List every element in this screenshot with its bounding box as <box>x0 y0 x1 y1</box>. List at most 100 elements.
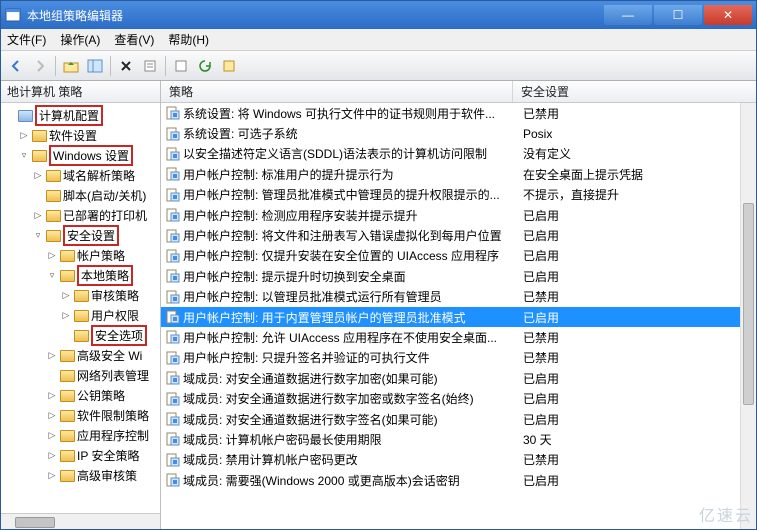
back-button[interactable] <box>7 57 25 75</box>
policy-row[interactable]: 用户帐户控制: 用于内置管理员帐户的管理员批准模式已启用 <box>161 307 756 327</box>
policy-row[interactable]: 用户帐户控制: 只提升签名并验证的可执行文件已禁用 <box>161 348 756 368</box>
column-setting[interactable]: 安全设置 <box>513 81 756 102</box>
tree-item[interactable]: ▷IP 安全策略 <box>1 445 160 465</box>
list-header: 策略 安全设置 <box>161 81 756 103</box>
tree-item[interactable]: ▷应用程序控制 <box>1 425 160 445</box>
delete-icon[interactable] <box>117 57 135 75</box>
folder-icon <box>31 148 47 162</box>
tree-item[interactable]: ▷ 高级安全 Wi <box>1 345 160 365</box>
tree-item-label: 安全设置 <box>63 225 119 246</box>
folder-icon <box>59 448 75 462</box>
policy-row[interactable]: 用户帐户控制: 标准用户的提升提示行为在安全桌面上提示凭据 <box>161 164 756 184</box>
tree-item-label: 计算机配置 <box>35 105 103 126</box>
tree-item[interactable]: ▿ 安全设置 <box>1 225 160 245</box>
maximize-button[interactable]: ☐ <box>654 5 702 25</box>
tree-item[interactable]: ▿本地策略 <box>1 265 160 285</box>
tree-item-label: 域名解析策略 <box>63 167 135 184</box>
tree[interactable]: 计算机配置▷软件设置 ▿ Windows 设置 ▷ 域名解析策略脚本(启动/关机)▷已部… <box>1 103 160 495</box>
twisty-icon[interactable]: ▷ <box>19 130 29 141</box>
policy-icon <box>161 391 183 407</box>
tree-item[interactable]: ▷公钥策略 <box>1 385 160 405</box>
tree-item[interactable]: ▷高级审核策 <box>1 465 160 485</box>
vertical-scrollbar[interactable] <box>740 103 756 529</box>
policy-name: 用户帐户控制: 提示提升时切换到安全桌面 <box>183 268 515 285</box>
policy-row[interactable]: 域成员: 禁用计算机帐户密码更改已禁用 <box>161 450 756 470</box>
twisty-icon[interactable]: ▷ <box>33 210 43 221</box>
policy-name: 以安全描述符定义语言(SDDL)语法表示的计算机访问限制 <box>183 145 515 162</box>
column-policy[interactable]: 策略 <box>161 81 513 102</box>
refresh-icon[interactable] <box>196 57 214 75</box>
tree-item[interactable]: ▷软件限制策略 <box>1 405 160 425</box>
policy-name: 用户帐户控制: 将文件和注册表写入错误虚拟化到每用户位置 <box>183 227 515 244</box>
twisty-icon[interactable]: ▷ <box>33 170 43 181</box>
show-tree-icon[interactable] <box>86 57 104 75</box>
policy-row[interactable]: 域成员: 对安全通道数据进行数字加密(如果可能)已启用 <box>161 368 756 388</box>
twisty-icon[interactable]: ▷ <box>61 310 71 321</box>
twisty-icon[interactable]: ▿ <box>47 270 57 281</box>
forward-button[interactable] <box>31 57 49 75</box>
policy-icon <box>161 431 183 447</box>
tree-item[interactable]: 脚本(启动/关机) <box>1 185 160 205</box>
policy-row[interactable]: 系统设置: 将 Windows 可执行文件中的证书规则用于软件...已禁用 <box>161 103 756 123</box>
up-folder-icon[interactable] <box>62 57 80 75</box>
tree-item[interactable]: ▿ Windows 设置 <box>1 145 160 165</box>
tree-item[interactable]: ▷用户权限 <box>1 305 160 325</box>
minimize-button[interactable]: ― <box>604 5 652 25</box>
policy-row[interactable]: 用户帐户控制: 以管理员批准模式运行所有管理员已禁用 <box>161 287 756 307</box>
policy-row[interactable]: 用户帐户控制: 提示提升时切换到安全桌面已启用 <box>161 266 756 286</box>
twisty-icon[interactable]: ▷ <box>47 450 57 461</box>
policy-row[interactable]: 域成员: 需要强(Windows 2000 或更高版本)会话密钥已启用 <box>161 470 756 490</box>
policy-value: Posix <box>515 127 756 141</box>
tree-item[interactable]: 网络列表管理 <box>1 365 160 385</box>
tree-horizontal-scrollbar[interactable] <box>1 513 160 529</box>
policy-row[interactable]: 用户帐户控制: 将文件和注册表写入错误虚拟化到每用户位置已启用 <box>161 225 756 245</box>
twisty-icon[interactable]: ▷ <box>47 390 57 401</box>
policy-icon <box>161 370 183 386</box>
tree-item[interactable]: 计算机配置 <box>1 105 160 125</box>
menu-action[interactable]: 操作(A) <box>60 31 100 48</box>
twisty-icon[interactable]: ▷ <box>47 410 57 421</box>
app-icon <box>5 7 21 23</box>
twisty-icon[interactable]: ▷ <box>47 430 57 441</box>
policy-row[interactable]: 系统设置: 可选子系统Posix <box>161 123 756 143</box>
tree-header: 地计算机 策略 <box>1 81 160 103</box>
config-icon <box>17 108 33 122</box>
menu-help[interactable]: 帮助(H) <box>168 31 209 48</box>
twisty-icon[interactable]: ▷ <box>47 470 57 481</box>
policy-row[interactable]: 以安全描述符定义语言(SDDL)语法表示的计算机访问限制没有定义 <box>161 144 756 164</box>
tree-item[interactable]: ▷软件设置 <box>1 125 160 145</box>
policy-row[interactable]: 用户帐户控制: 仅提升安装在安全位置的 UIAccess 应用程序已启用 <box>161 246 756 266</box>
policy-row[interactable]: 域成员: 计算机帐户密码最长使用期限30 天 <box>161 429 756 449</box>
policy-name: 系统设置: 可选子系统 <box>183 125 515 142</box>
policy-row[interactable]: 用户帐户控制: 管理员批准模式中管理员的提升权限提示的...不提示，直接提升 <box>161 185 756 205</box>
twisty-icon[interactable]: ▿ <box>19 150 29 161</box>
tree-item[interactable]: ▷已部署的打印机 <box>1 205 160 225</box>
policy-icon <box>161 166 183 182</box>
twisty-icon[interactable]: ▷ <box>47 250 57 261</box>
policy-row[interactable]: 域成员: 对安全通道数据进行数字签名(如果可能)已启用 <box>161 409 756 429</box>
tree-item[interactable]: ▷ 域名解析策略 <box>1 165 160 185</box>
properties-icon[interactable] <box>141 57 159 75</box>
twisty-icon[interactable]: ▷ <box>61 290 71 301</box>
tree-item-label: 高级安全 Wi <box>77 347 142 364</box>
policy-row[interactable]: 域成员: 对安全通道数据进行数字加密或数字签名(始终)已启用 <box>161 388 756 408</box>
policy-icon <box>161 126 183 142</box>
help-icon[interactable] <box>220 57 238 75</box>
menu-view[interactable]: 查看(V) <box>114 31 154 48</box>
tree-item[interactable]: ▷帐户策略 <box>1 245 160 265</box>
window-title: 本地组策略编辑器 <box>27 7 123 24</box>
policy-row[interactable]: 用户帐户控制: 允许 UIAccess 应用程序在不使用安全桌面...已禁用 <box>161 327 756 347</box>
tree-item[interactable]: 安全选项 <box>1 325 160 345</box>
close-button[interactable]: ✕ <box>704 5 752 25</box>
tree-item[interactable]: ▷审核策略 <box>1 285 160 305</box>
folder-icon <box>59 408 75 422</box>
policy-icon <box>161 350 183 366</box>
policy-icon <box>161 452 183 468</box>
tree-item-label: Windows 设置 <box>49 145 133 166</box>
policy-name: 域成员: 计算机帐户密码最长使用期限 <box>183 431 515 448</box>
twisty-icon[interactable]: ▿ <box>33 230 43 241</box>
twisty-icon[interactable]: ▷ <box>47 350 57 361</box>
policy-row[interactable]: 用户帐户控制: 检测应用程序安装并提示提升已启用 <box>161 205 756 225</box>
menu-file[interactable]: 文件(F) <box>7 31 46 48</box>
export-icon[interactable] <box>172 57 190 75</box>
